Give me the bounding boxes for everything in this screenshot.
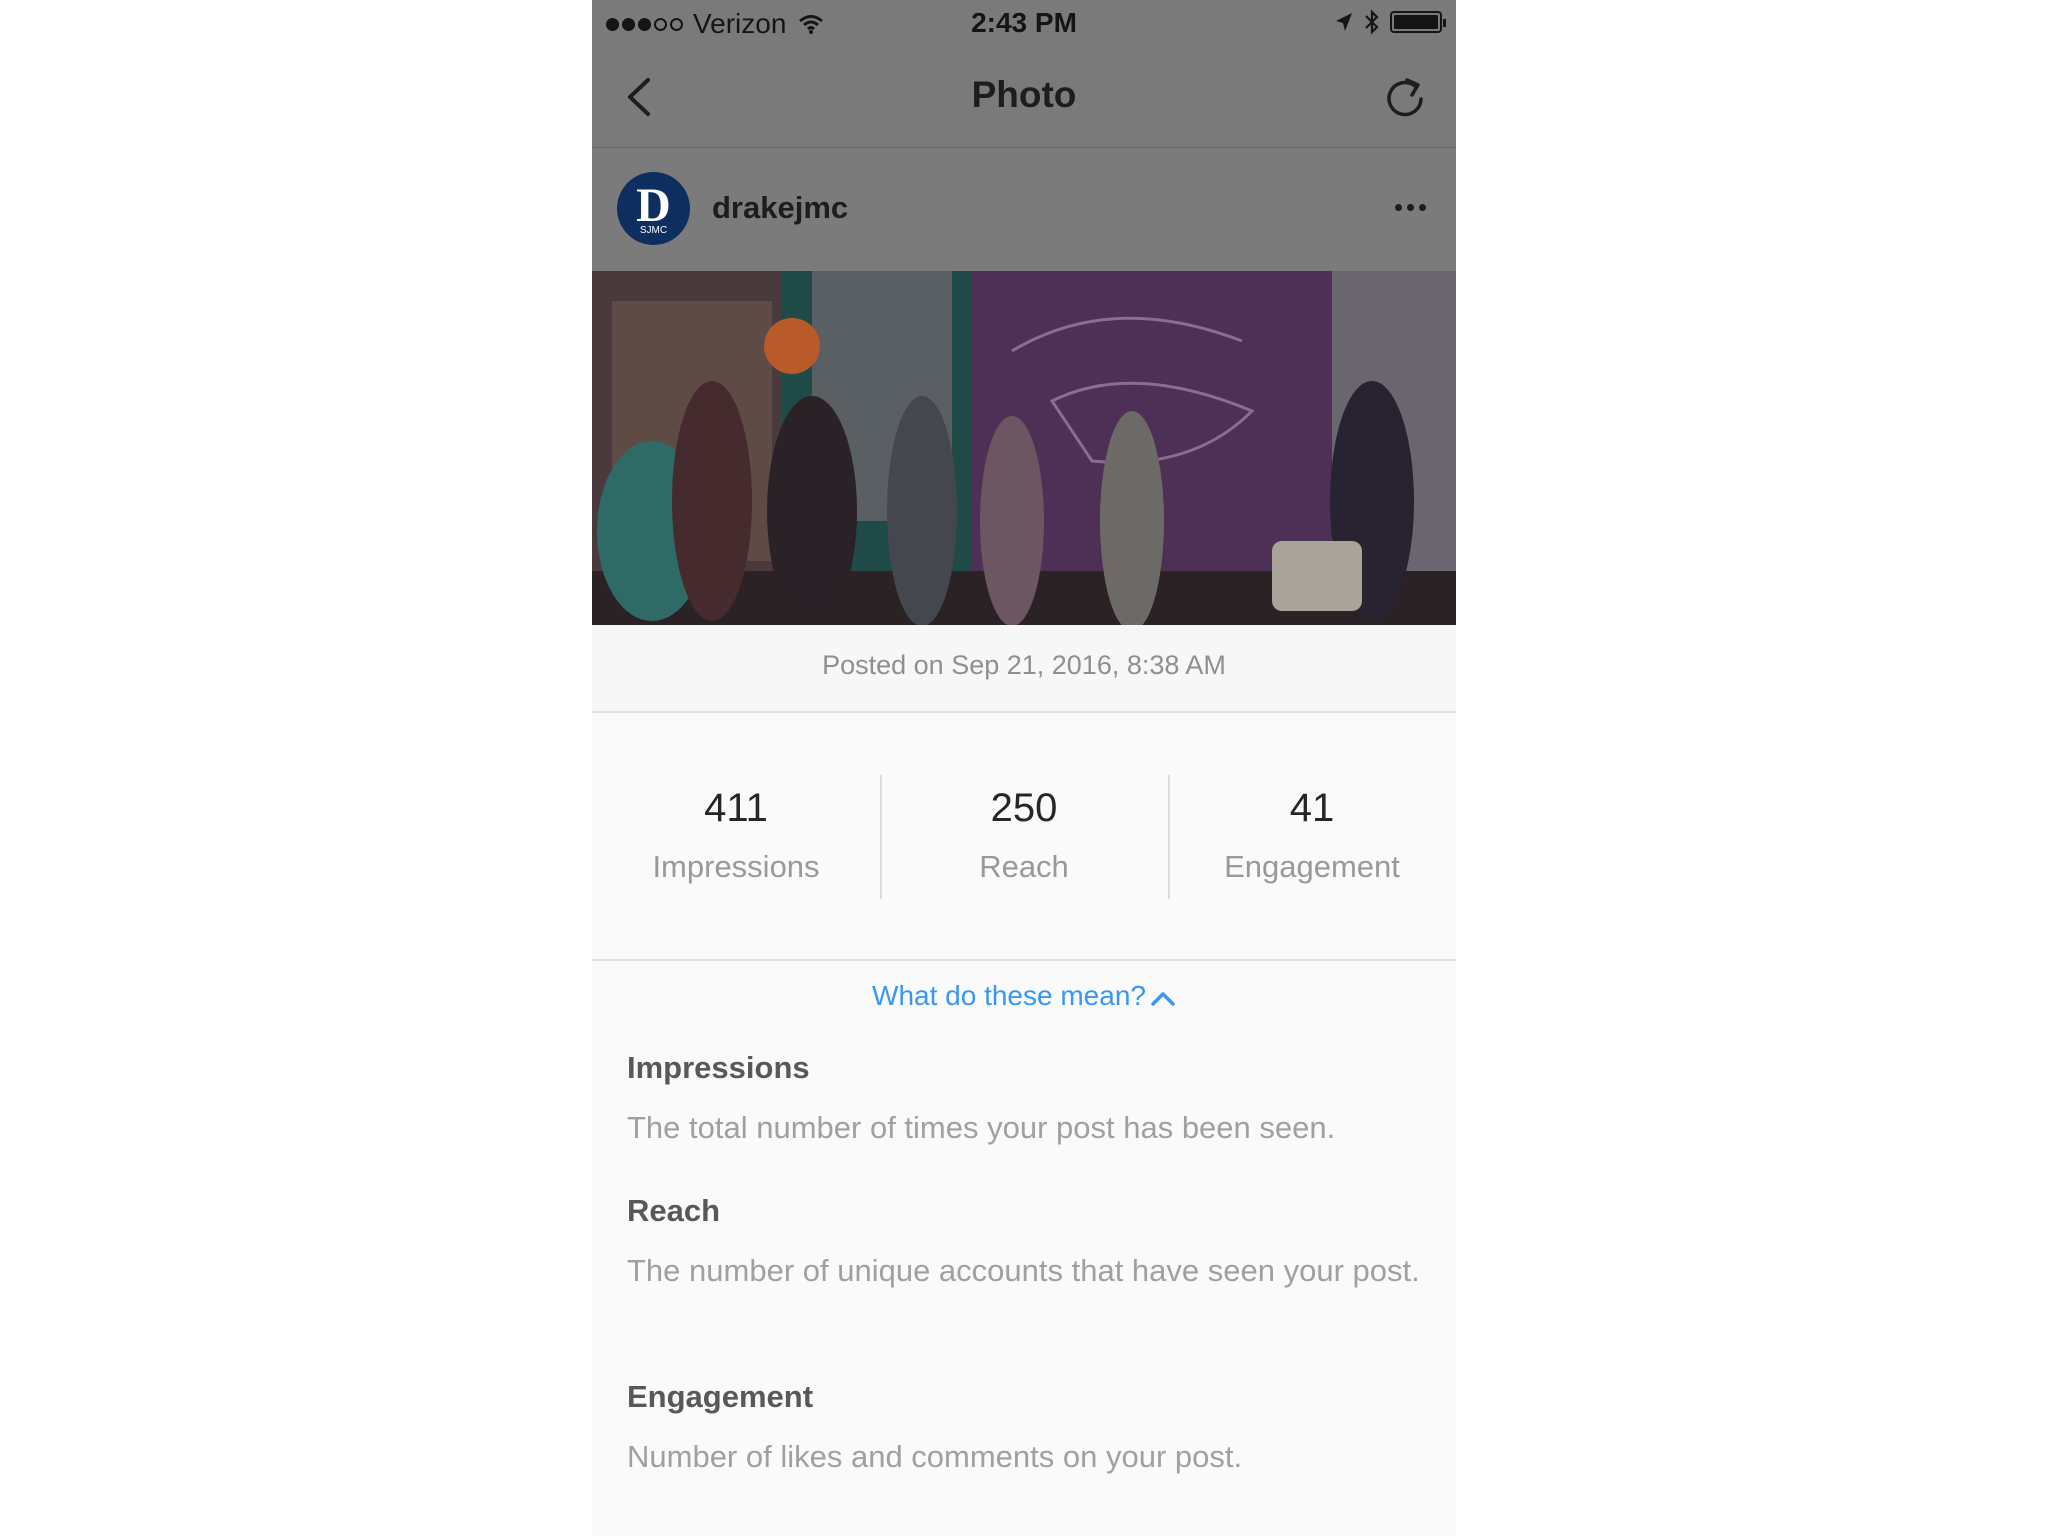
definition-engagement: Engagement Number of likes and comments … xyxy=(627,1379,1427,1478)
stat-value: 41 xyxy=(1289,786,1335,830)
more-options-icon[interactable] xyxy=(1395,204,1426,211)
stats-row: 411 Impressions 250 Reach 41 Engagement xyxy=(592,713,1456,961)
toggle-label: What do these mean? xyxy=(872,980,1146,1011)
stat-engagement: 41 Engagement xyxy=(1168,713,1456,959)
definition-text: Number of likes and comments on your pos… xyxy=(627,1439,1243,1474)
avatar[interactable]: D SJMC xyxy=(617,172,690,245)
avatar-logo-subtext: SJMC xyxy=(639,225,668,236)
stat-value: 411 xyxy=(704,786,768,830)
username[interactable]: drakejmc xyxy=(712,190,848,226)
stat-label: Impressions xyxy=(652,849,820,884)
definition-title: Engagement xyxy=(627,1379,814,1414)
location-arrow-icon xyxy=(1336,13,1352,31)
phone-screen: Verizon 2:43 PM Photo D SJMC drakejmc Po… xyxy=(592,0,1456,1536)
definition-reach: Reach The number of unique accounts that… xyxy=(627,1193,1427,1292)
definition-title: Impressions xyxy=(627,1050,810,1085)
stat-value: 250 xyxy=(990,786,1058,830)
battery-icon xyxy=(1390,11,1446,33)
stat-reach: 250 Reach xyxy=(880,713,1168,959)
stat-impressions: 411 Impressions xyxy=(592,713,880,959)
status-time: 2:43 PM xyxy=(971,7,1077,38)
status-bar: Verizon 2:43 PM xyxy=(592,0,1456,46)
status-right xyxy=(1334,9,1446,35)
definition-title: Reach xyxy=(627,1193,721,1228)
bluetooth-icon xyxy=(1365,9,1379,35)
page-title: Photo xyxy=(971,74,1077,115)
stat-label: Reach xyxy=(979,849,1069,884)
chevron-up-icon xyxy=(1151,991,1175,1006)
refresh-icon[interactable] xyxy=(1382,72,1428,122)
post-photo[interactable] xyxy=(592,271,1456,625)
post-header: D SJMC drakejmc xyxy=(592,148,1456,271)
definition-text: The total number of times your post has … xyxy=(627,1110,1336,1145)
definition-impressions: Impressions The total number of times yo… xyxy=(627,1050,1427,1149)
navigation-bar: Photo xyxy=(592,46,1456,148)
what-do-these-mean-toggle[interactable]: What do these mean? xyxy=(592,980,1456,1012)
stat-label: Engagement xyxy=(1224,849,1400,884)
posted-date: Posted on Sep 21, 2016, 8:38 AM xyxy=(592,625,1456,713)
definition-text: The number of unique accounts that have … xyxy=(627,1253,1420,1288)
